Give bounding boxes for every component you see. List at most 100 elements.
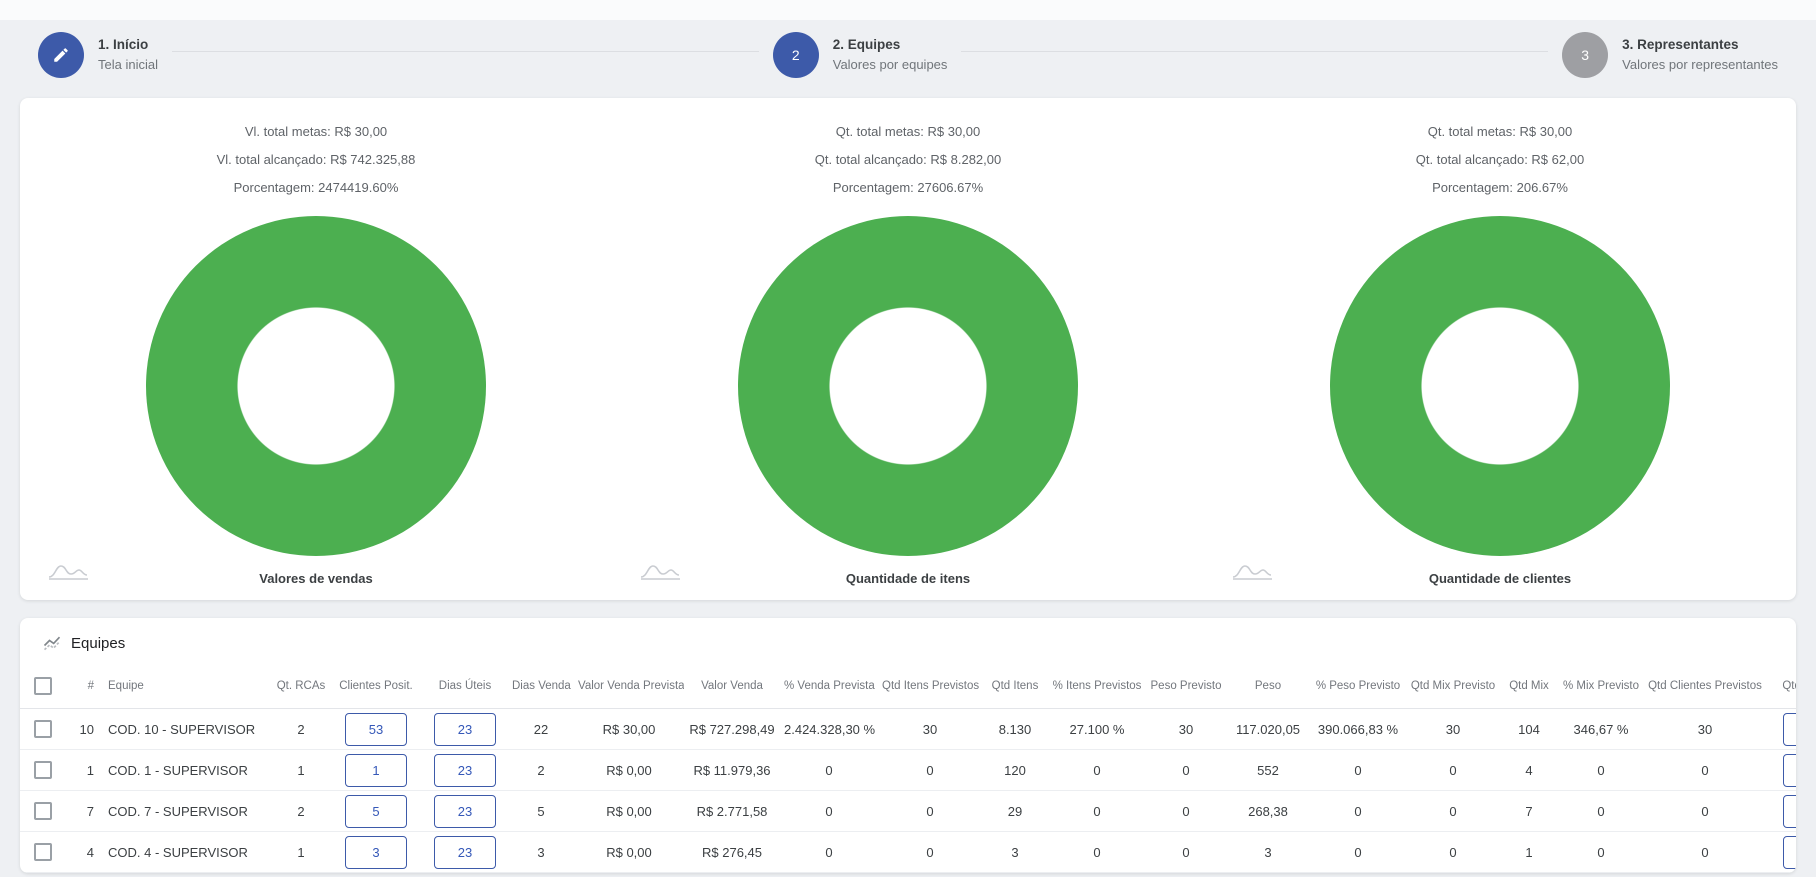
table-row: 4COD. 4 - SUPERVISOR13233R$ 0,00R$ 276,4… [20, 832, 1796, 873]
cell-qtd_clientes_previstos: 0 [1644, 750, 1766, 791]
qtd_clientes-input[interactable]: 1 [1783, 754, 1796, 787]
cell-valor_venda_prevista: R$ 0,00 [574, 750, 684, 791]
cell-qtd_itens_previstos: 0 [878, 832, 982, 873]
col-pct_mix_previsto[interactable]: % Mix Previsto [1558, 664, 1644, 709]
col-pct_peso_previsto[interactable]: % Peso Previsto [1310, 664, 1406, 709]
cell-peso_previsto: 0 [1146, 750, 1226, 791]
cell-pct_venda_prevista: 2.424.328,30 % [780, 709, 878, 750]
stat-total-alcancado: Qt. total alcançado: R$ 8.282,00 [815, 146, 1001, 174]
qtd_clientes-input[interactable]: 53 [1783, 713, 1796, 746]
row-checkbox[interactable] [34, 843, 52, 861]
dias_uteis-input[interactable]: 23 [434, 713, 496, 746]
cell-qtd_itens: 8.130 [982, 709, 1048, 750]
cell-qt_rcas: 2 [272, 791, 330, 832]
stat-porcentagem: Porcentagem: 27606.67% [833, 174, 983, 202]
col-qtd_clientes[interactable]: Qtd Clientes [1766, 664, 1796, 709]
dias_uteis-input[interactable]: 23 [434, 754, 496, 787]
sparkline-icon [46, 562, 102, 582]
cell-qtd_itens: 29 [982, 791, 1048, 832]
cell-valor_venda_prevista: R$ 0,00 [574, 791, 684, 832]
step-1-circle[interactable] [38, 32, 84, 78]
col-qtd_itens[interactable]: Qtd Itens [982, 664, 1048, 709]
cell-peso: 3 [1226, 832, 1310, 873]
cell-dias_uteis: 23 [422, 832, 508, 873]
select-all-header [20, 664, 66, 709]
cell-clientes_posit: 3 [330, 832, 422, 873]
col-dias_venda[interactable]: Dias Venda [508, 664, 574, 709]
col-qtd_clientes_previstos[interactable]: Qtd Clientes Previstos [1644, 664, 1766, 709]
charts-card: Vl. total metas: R$ 30,00 Vl. total alca… [20, 98, 1796, 600]
col-pct_itens_previstos[interactable]: % Itens Previstos [1048, 664, 1146, 709]
donut-chart-valores [146, 216, 486, 556]
row-checkbox[interactable] [34, 761, 52, 779]
table-row: 1COD. 1 - SUPERVISOR11232R$ 0,00R$ 11.97… [20, 750, 1796, 791]
clientes_posit-input[interactable]: 5 [345, 795, 407, 828]
cell-dias_venda: 3 [508, 832, 574, 873]
stat-porcentagem: Porcentagem: 206.67% [1432, 174, 1568, 202]
qtd_clientes-input[interactable]: 3 [1783, 836, 1796, 869]
step-2-circle[interactable]: 2 [773, 32, 819, 78]
cell-qtd_mix: 1 [1500, 832, 1558, 873]
cell-qtd_clientes: 3 [1766, 832, 1796, 873]
col-peso_previsto[interactable]: Peso Previsto [1146, 664, 1226, 709]
cell-valor_venda: R$ 727.298,49 [684, 709, 780, 750]
step-3-circle[interactable]: 3 [1562, 32, 1608, 78]
cell-pct_venda_prevista: 0 [780, 750, 878, 791]
col-clientes_posit[interactable]: Clientes Posit. [330, 664, 422, 709]
step-inicio[interactable]: 1. Início Tela inicial [38, 32, 158, 78]
cell-qtd_clientes_previstos: 0 [1644, 832, 1766, 873]
dias_uteis-input[interactable]: 23 [434, 795, 496, 828]
cell-qtd_clientes_previstos: 0 [1644, 791, 1766, 832]
cell-valor_venda_prevista: R$ 0,00 [574, 832, 684, 873]
cell-pct_mix_previsto: 0 [1558, 791, 1644, 832]
cell-qtd_itens_previstos: 30 [878, 709, 982, 750]
step-2-title: 2. Equipes [833, 37, 948, 53]
col-pct_venda_prevista[interactable]: % Venda Prevista [780, 664, 878, 709]
cell-pct_venda_prevista: 0 [780, 791, 878, 832]
cell-num: 7 [66, 791, 100, 832]
donut-chart-clientes [1330, 216, 1670, 556]
col-qtd_mix[interactable]: Qtd Mix [1500, 664, 1558, 709]
cell-qtd_mix: 104 [1500, 709, 1558, 750]
row-checkbox[interactable] [34, 802, 52, 820]
cell-qtd_mix_previsto: 30 [1406, 709, 1500, 750]
step-representantes[interactable]: 3 3. Representantes Valores por represen… [1562, 32, 1778, 78]
cell-pct_venda_prevista: 0 [780, 832, 878, 873]
select-all-checkbox[interactable] [34, 677, 52, 695]
cell-dias_venda: 2 [508, 750, 574, 791]
col-qtd_itens_previstos[interactable]: Qtd Itens Previstos [878, 664, 982, 709]
stat-porcentagem: Porcentagem: 2474419.60% [234, 174, 399, 202]
table-row: 7COD. 7 - SUPERVISOR25235R$ 0,00R$ 2.771… [20, 791, 1796, 832]
chart-title: Quantidade de clientes [1429, 571, 1571, 586]
col-dias_uteis[interactable]: Dias Úteis [422, 664, 508, 709]
step-equipes[interactable]: 2 2. Equipes Valores por equipes [773, 32, 948, 78]
top-strip [0, 0, 1816, 20]
step-connector [961, 51, 1548, 52]
col-peso[interactable]: Peso [1226, 664, 1310, 709]
col-num[interactable]: # [66, 664, 100, 709]
clientes_posit-input[interactable]: 3 [345, 836, 407, 869]
clientes_posit-input[interactable]: 53 [345, 713, 407, 746]
cell-pct_mix_previsto: 0 [1558, 750, 1644, 791]
cell-pct_mix_previsto: 0 [1558, 832, 1644, 873]
step-1-title: 1. Início [98, 37, 158, 53]
cell-pct_itens_previstos: 0 [1048, 750, 1146, 791]
cell-peso_previsto: 0 [1146, 791, 1226, 832]
cell-qtd_clientes: 53 [1766, 709, 1796, 750]
clientes_posit-input[interactable]: 1 [345, 754, 407, 787]
col-qt_rcas[interactable]: Qt. RCAs [272, 664, 330, 709]
cell-qtd_mix_previsto: 0 [1406, 791, 1500, 832]
qtd_clientes-input[interactable]: 5 [1783, 795, 1796, 828]
col-equipe[interactable]: Equipe [100, 664, 272, 709]
col-valor_venda[interactable]: Valor Venda [684, 664, 780, 709]
stat-total-metas: Qt. total metas: R$ 30,00 [836, 118, 981, 146]
cell-qtd_itens: 120 [982, 750, 1048, 791]
dias_uteis-input[interactable]: 23 [434, 836, 496, 869]
stat-total-alcancado: Qt. total alcançado: R$ 62,00 [1416, 146, 1584, 174]
cell-qtd_mix_previsto: 0 [1406, 750, 1500, 791]
col-valor_venda_prevista[interactable]: Valor Venda Prevista [574, 664, 684, 709]
cell-qtd_itens_previstos: 0 [878, 791, 982, 832]
col-qtd_mix_previsto[interactable]: Qtd Mix Previsto [1406, 664, 1500, 709]
cell-pct_peso_previsto: 0 [1310, 791, 1406, 832]
row-checkbox[interactable] [34, 720, 52, 738]
